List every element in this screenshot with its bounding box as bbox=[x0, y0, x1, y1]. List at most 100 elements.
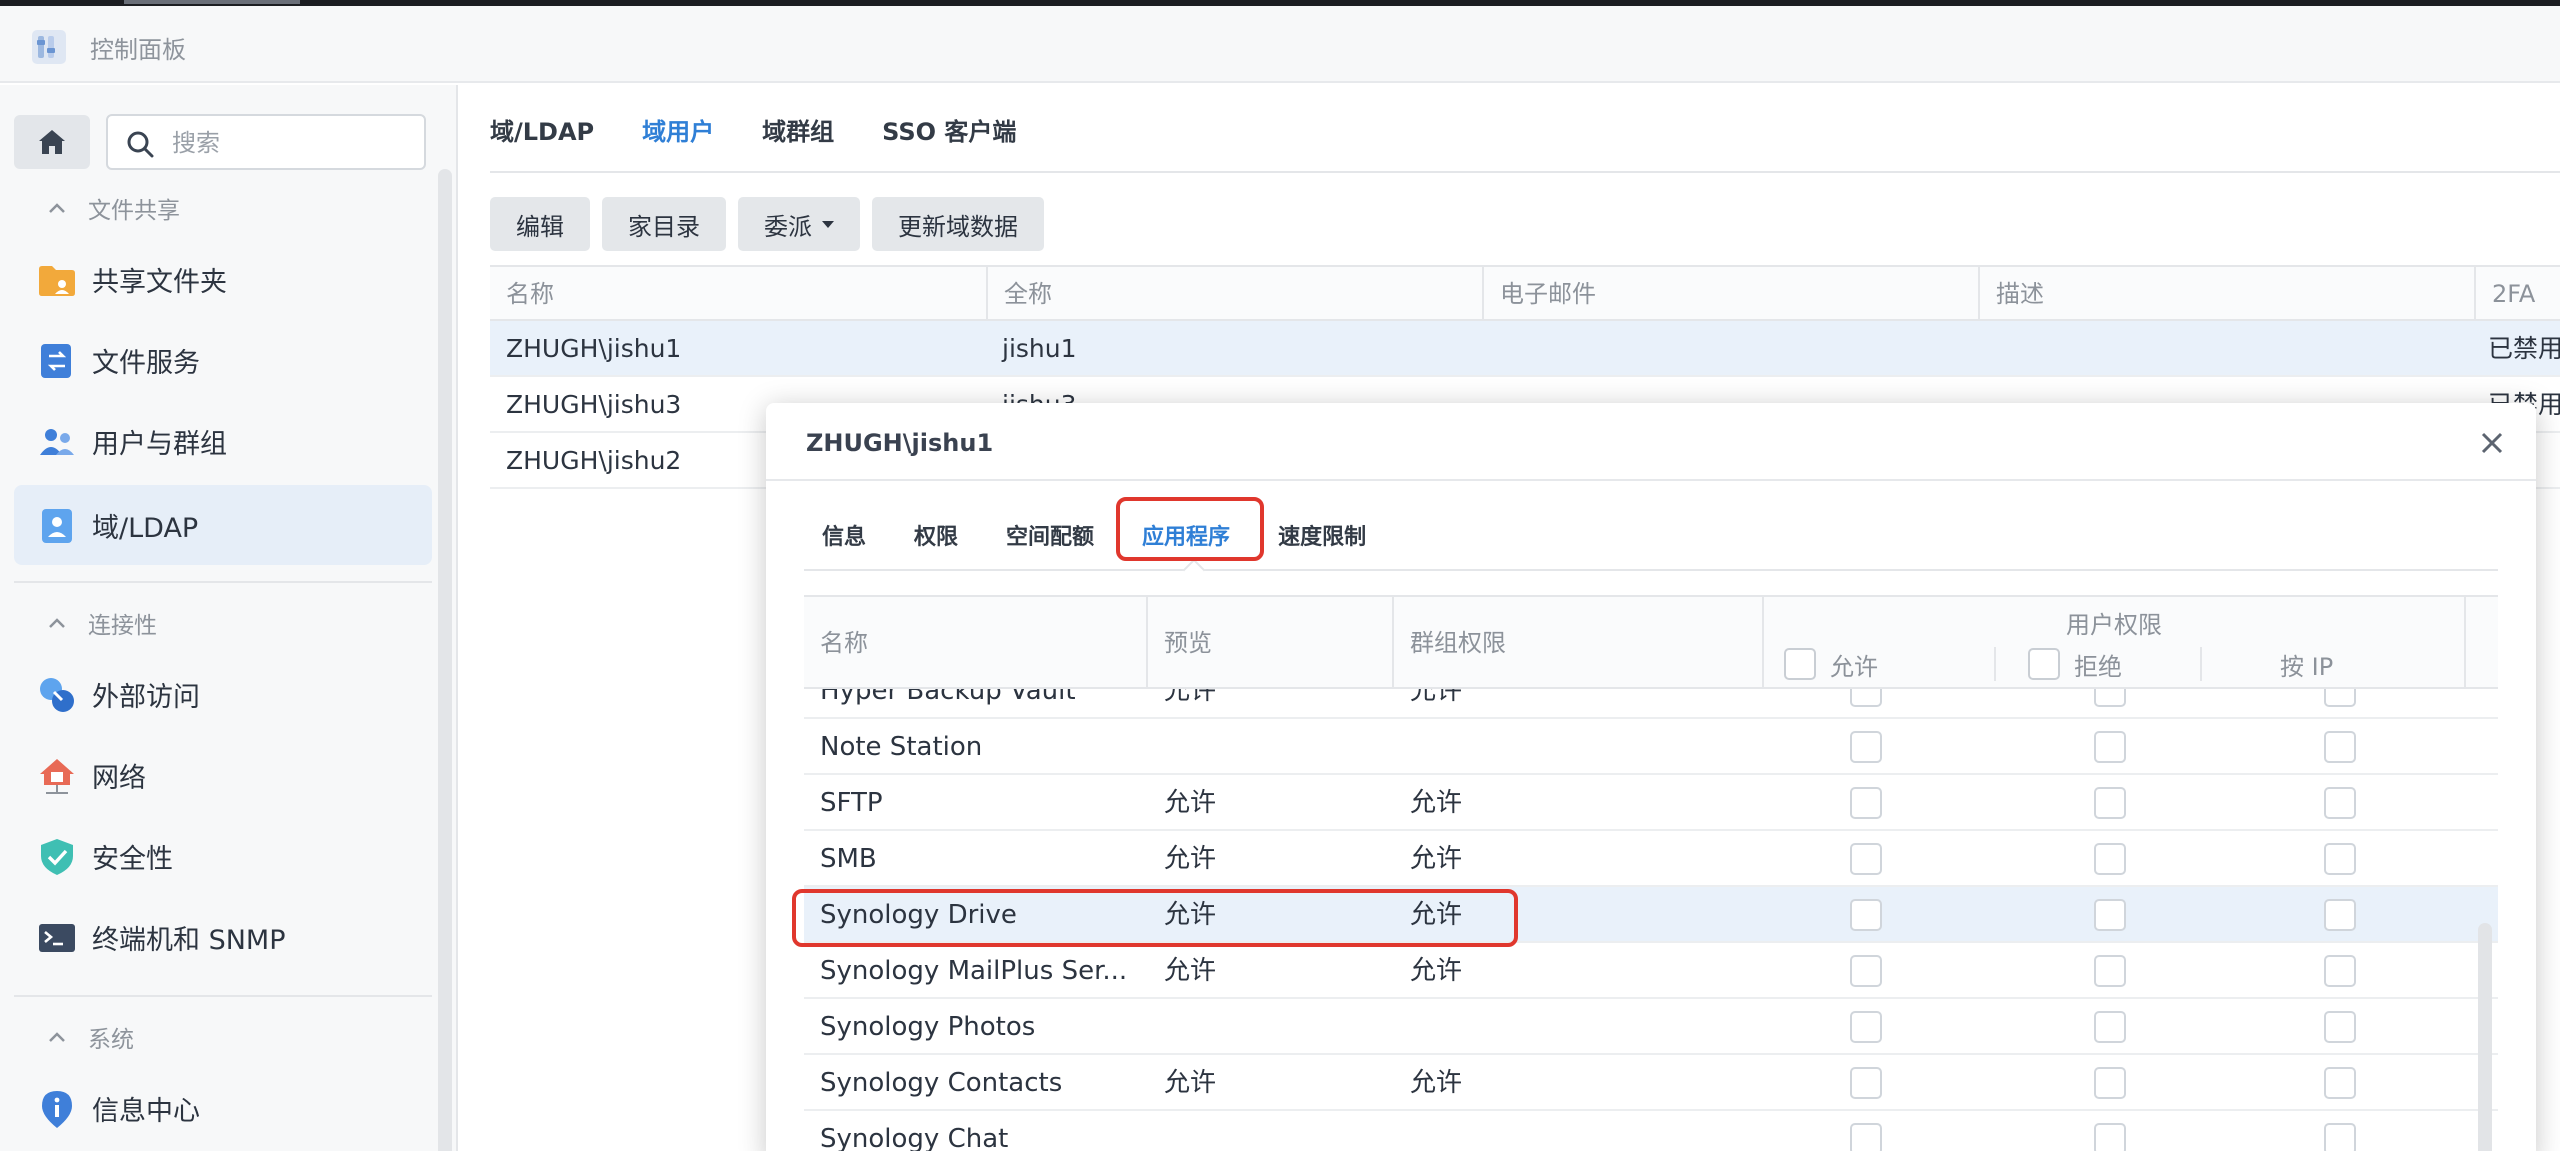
table-row[interactable]: Hyper Backup Vault 允许 允许 bbox=[804, 689, 2498, 719]
sidebar-item-info-center[interactable]: 信息中心 bbox=[14, 1068, 432, 1148]
sidebar-item-domain-ldap[interactable]: 域/LDAP bbox=[14, 485, 432, 565]
top-strip-segment bbox=[124, 0, 300, 4]
allow-checkbox[interactable] bbox=[1850, 1011, 1882, 1043]
allow-label: 允许 bbox=[1830, 652, 1878, 681]
sidebar-item-file-services[interactable]: 文件服务 bbox=[14, 320, 432, 400]
edit-button[interactable]: 编辑 bbox=[490, 197, 590, 251]
section-label: 系统 bbox=[88, 1027, 134, 1053]
cell-app-name: SFTP bbox=[820, 788, 883, 818]
deny-checkbox[interactable] bbox=[2094, 1011, 2126, 1043]
section-label: 连接性 bbox=[88, 613, 157, 639]
deny-checkbox[interactable] bbox=[2094, 955, 2126, 987]
column-header-name[interactable]: 名称 bbox=[490, 267, 986, 321]
deny-checkbox[interactable] bbox=[2094, 731, 2126, 763]
section-system-header[interactable]: 系统 bbox=[44, 1017, 134, 1057]
allow-checkbox[interactable] bbox=[1850, 731, 1882, 763]
cell-app-name: Hyper Backup Vault bbox=[820, 689, 1076, 706]
column-header-2fa[interactable]: 2FA 状 bbox=[2474, 267, 2560, 362]
table-row[interactable]: Synology Contacts 允许 允许 bbox=[804, 1055, 2498, 1111]
table-row[interactable]: Synology Chat bbox=[804, 1111, 2498, 1151]
by-ip-checkbox[interactable] bbox=[2324, 689, 2356, 707]
allow-checkbox[interactable] bbox=[1850, 1067, 1882, 1099]
column-header-preview[interactable]: 预览 bbox=[1148, 597, 1392, 689]
cell-app-name: Synology MailPlus Ser... bbox=[820, 956, 1128, 986]
delegate-dropdown-button[interactable]: 委派 bbox=[738, 197, 860, 251]
sidebar-item-terminal-snmp[interactable]: 终端机和 SNMP bbox=[14, 897, 432, 977]
tab-info[interactable]: 信息 bbox=[822, 519, 866, 551]
cell-group-perm: 允许 bbox=[1410, 844, 1463, 874]
allow-checkbox[interactable] bbox=[1850, 899, 1882, 931]
caret-down-icon bbox=[822, 220, 834, 228]
allow-checkbox[interactable] bbox=[1850, 843, 1882, 875]
sidebar-item-network[interactable]: 网络 bbox=[14, 735, 432, 815]
allow-checkbox[interactable] bbox=[1850, 689, 1882, 707]
sidebar-item-label: 信息中心 bbox=[92, 1095, 200, 1127]
chevron-up-icon bbox=[49, 203, 65, 213]
close-button[interactable] bbox=[2474, 425, 2510, 461]
deny-checkbox[interactable] bbox=[2094, 1067, 2126, 1099]
table-row[interactable]: Synology MailPlus Ser... 允许 允许 bbox=[804, 943, 2498, 999]
allow-checkbox[interactable] bbox=[1850, 955, 1882, 987]
tab-quota[interactable]: 空间配额 bbox=[1006, 519, 1094, 551]
tab-domain-ldap[interactable]: 域/LDAP bbox=[490, 117, 594, 167]
window-title: 控制面板 bbox=[90, 36, 186, 64]
tabs-divider bbox=[490, 171, 2560, 173]
column-header-name[interactable]: 名称 bbox=[804, 597, 1146, 689]
update-domain-data-button[interactable]: 更新域数据 bbox=[872, 197, 1044, 251]
by-ip-checkbox[interactable] bbox=[2324, 1011, 2356, 1043]
deny-checkbox[interactable] bbox=[2094, 1123, 2126, 1151]
sidebar: 文件共享 共享文件夹 文件服务 用户与群组 域/LDAP bbox=[0, 85, 458, 1151]
table-row[interactable]: SMB 允许 允许 bbox=[804, 831, 2498, 887]
by-ip-checkbox[interactable] bbox=[2324, 899, 2356, 931]
deny-checkbox[interactable] bbox=[2094, 689, 2126, 707]
search-input[interactable] bbox=[172, 126, 412, 160]
by-ip-checkbox[interactable] bbox=[2324, 843, 2356, 875]
sidebar-item-users-groups[interactable]: 用户与群组 bbox=[14, 401, 432, 481]
column-header-group-permission[interactable]: 群组权限 bbox=[1394, 597, 1762, 689]
dialog-scrollbar[interactable] bbox=[2478, 923, 2492, 1151]
table-row[interactable]: Synology Photos bbox=[804, 999, 2498, 1055]
column-header-email[interactable]: 电子邮件 bbox=[1482, 267, 1978, 321]
home-directory-button[interactable]: 家目录 bbox=[602, 197, 726, 251]
sidebar-item-external-access[interactable]: 外部访问 bbox=[14, 654, 432, 734]
home-button[interactable] bbox=[14, 115, 90, 169]
cell-app-name: Synology Photos bbox=[820, 1012, 1036, 1042]
by-ip-checkbox[interactable] bbox=[2324, 1123, 2356, 1151]
sidebar-scrollbar[interactable] bbox=[438, 169, 452, 1151]
sidebar-item-security[interactable]: 安全性 bbox=[14, 816, 432, 896]
deny-checkbox[interactable] bbox=[2094, 899, 2126, 931]
allow-checkbox[interactable] bbox=[1850, 787, 1882, 819]
cell-app-name: Note Station bbox=[820, 732, 983, 762]
by-ip-checkbox[interactable] bbox=[2324, 787, 2356, 819]
table-row[interactable]: Note Station bbox=[804, 719, 2498, 775]
tab-domain-groups[interactable]: 域群组 bbox=[762, 117, 834, 167]
column-header-description[interactable]: 描述 bbox=[1978, 267, 2474, 321]
cell-fullname: jishu1 bbox=[1002, 334, 1077, 363]
deny-all-checkbox[interactable] bbox=[2028, 648, 2060, 680]
tab-permissions[interactable]: 权限 bbox=[914, 519, 958, 551]
allow-checkbox[interactable] bbox=[1850, 1123, 1882, 1151]
section-connectivity-header[interactable]: 连接性 bbox=[44, 603, 157, 643]
deny-checkbox[interactable] bbox=[2094, 787, 2126, 819]
by-ip-checkbox[interactable] bbox=[2324, 1067, 2356, 1099]
table-row[interactable]: ZHUGH\jishu1 jishu1 已禁用 bbox=[490, 321, 2560, 377]
tab-sso-client[interactable]: SSO 客户端 bbox=[882, 117, 1016, 167]
by-ip-label: 按 IP bbox=[2280, 652, 2334, 681]
cell-preview: 允许 bbox=[1164, 844, 1217, 874]
section-file-sharing-header[interactable]: 文件共享 bbox=[44, 188, 180, 228]
tab-speed-limit[interactable]: 速度限制 bbox=[1278, 519, 1366, 551]
external-access-icon bbox=[40, 678, 74, 712]
allow-all-checkbox[interactable] bbox=[1784, 648, 1816, 680]
table-row[interactable]: SFTP 允许 允许 bbox=[804, 775, 2498, 831]
tab-domain-users[interactable]: 域用户 bbox=[642, 117, 714, 167]
by-ip-checkbox[interactable] bbox=[2324, 955, 2356, 987]
control-panel-icon bbox=[32, 30, 66, 64]
shield-icon bbox=[41, 839, 73, 875]
deny-checkbox[interactable] bbox=[2094, 843, 2126, 875]
by-ip-checkbox[interactable] bbox=[2324, 731, 2356, 763]
column-header-fullname[interactable]: 全称 bbox=[986, 267, 1482, 321]
network-house-icon bbox=[40, 759, 74, 794]
domain-icon bbox=[42, 509, 72, 543]
applications-table: 名称 预览 群组权限 用户权限 允许 拒绝 按 IP Hyper Backup … bbox=[804, 595, 2498, 1151]
sidebar-item-shared-folder[interactable]: 共享文件夹 bbox=[14, 239, 432, 319]
